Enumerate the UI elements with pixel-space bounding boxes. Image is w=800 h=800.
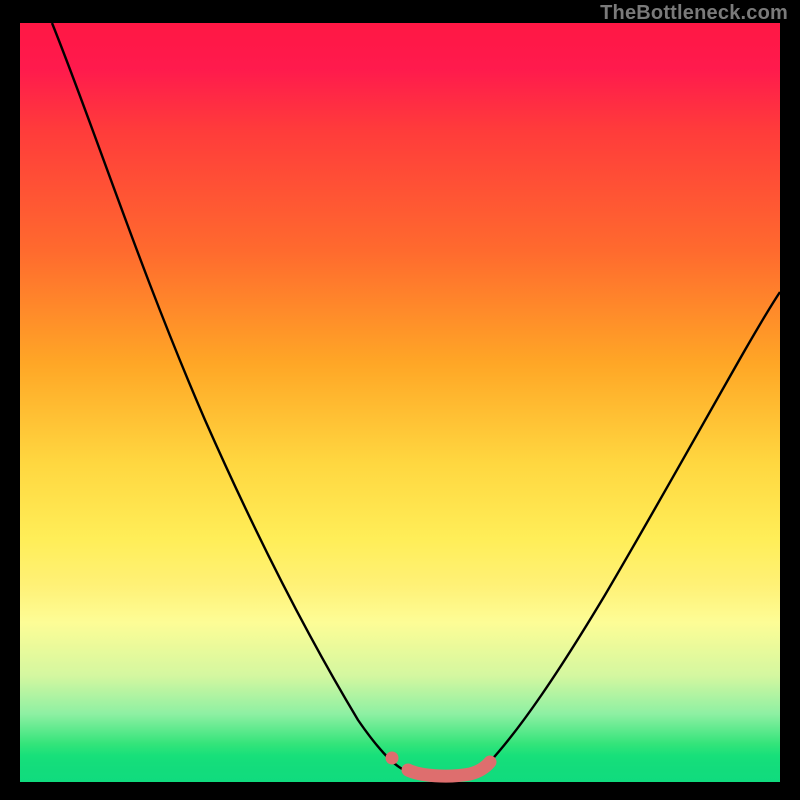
- watermark-text: TheBottleneck.com: [600, 2, 788, 25]
- chart-plot-area: [20, 23, 780, 782]
- chart-frame: TheBottleneck.com: [0, 0, 800, 800]
